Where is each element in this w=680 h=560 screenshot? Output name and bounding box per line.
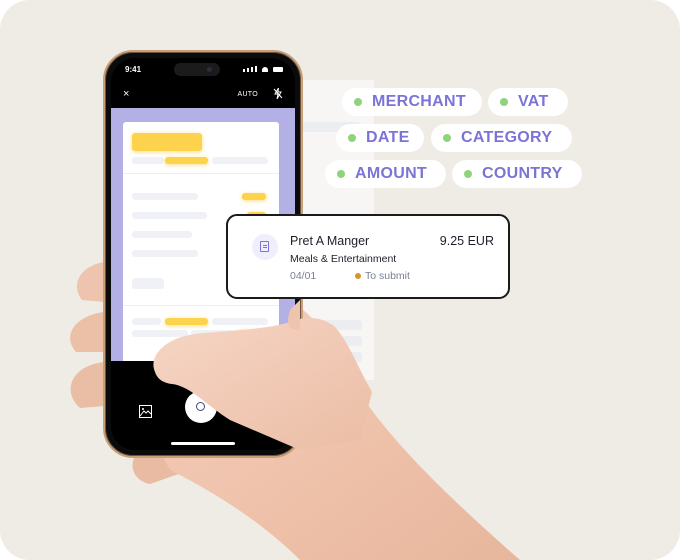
field-tag-label: VAT [518, 93, 549, 110]
signal-icon [243, 69, 245, 72]
expense-card[interactable]: Pret A Manger 9.25 EUR Meals & Entertain… [226, 214, 510, 299]
field-tag-label: CATEGORY [461, 129, 553, 146]
highlight-total [237, 330, 267, 337]
camera-top-bar: × AUTO [111, 86, 295, 106]
check-dot-icon [348, 134, 356, 142]
flash-off-icon[interactable] [273, 87, 283, 102]
field-tag-label: MERCHANT [372, 93, 466, 110]
highlight-vat [242, 193, 266, 200]
receipt-icon [252, 234, 278, 260]
dynamic-island [174, 63, 220, 76]
field-tag-label: COUNTRY [482, 165, 563, 182]
status-time: 9:41 [125, 65, 142, 74]
expense-amount: 9.25 EUR [439, 234, 494, 248]
auto-mode-button[interactable]: AUTO [237, 91, 258, 98]
field-tag-label: AMOUNT [355, 165, 428, 182]
field-tag-merchant: MERCHANT [342, 88, 482, 116]
highlight-amount [165, 318, 208, 325]
field-tag-date: DATE [336, 124, 424, 152]
expense-merchant: Pret A Manger [290, 234, 370, 248]
background-panel: 9:41 × AUTO MERCHANT VAT DATE CATEGORY A… [0, 0, 680, 560]
wifi-icon [262, 67, 268, 72]
status-dot-icon [355, 273, 361, 279]
status-icons [243, 66, 283, 72]
home-indicator [171, 442, 235, 445]
check-dot-icon [500, 98, 508, 106]
expense-status-label: To submit [365, 270, 410, 282]
highlight-merchant [132, 133, 202, 151]
field-tag-country: COUNTRY [452, 160, 582, 188]
status-bar: 9:41 [111, 58, 295, 80]
field-tag-amount: AMOUNT [325, 160, 446, 188]
check-dot-icon [354, 98, 362, 106]
expense-status: To submit [355, 270, 410, 282]
shutter-button[interactable] [185, 391, 217, 423]
field-tag-vat: VAT [488, 88, 568, 116]
close-icon[interactable]: × [123, 88, 129, 100]
battery-icon [273, 67, 283, 72]
field-tag-label: DATE [366, 129, 410, 146]
expense-date: 04/01 [290, 270, 317, 282]
check-dot-icon [464, 170, 472, 178]
check-dot-icon [337, 170, 345, 178]
check-dot-icon [443, 134, 451, 142]
field-tag-category: CATEGORY [431, 124, 572, 152]
shutter-icon [196, 402, 205, 411]
expense-category: Meals & Entertainment [290, 253, 397, 265]
gallery-icon[interactable] [139, 405, 152, 418]
camera-bottom-bar [111, 361, 295, 450]
camera-lens-icon [207, 67, 212, 72]
highlight-date [165, 157, 208, 164]
